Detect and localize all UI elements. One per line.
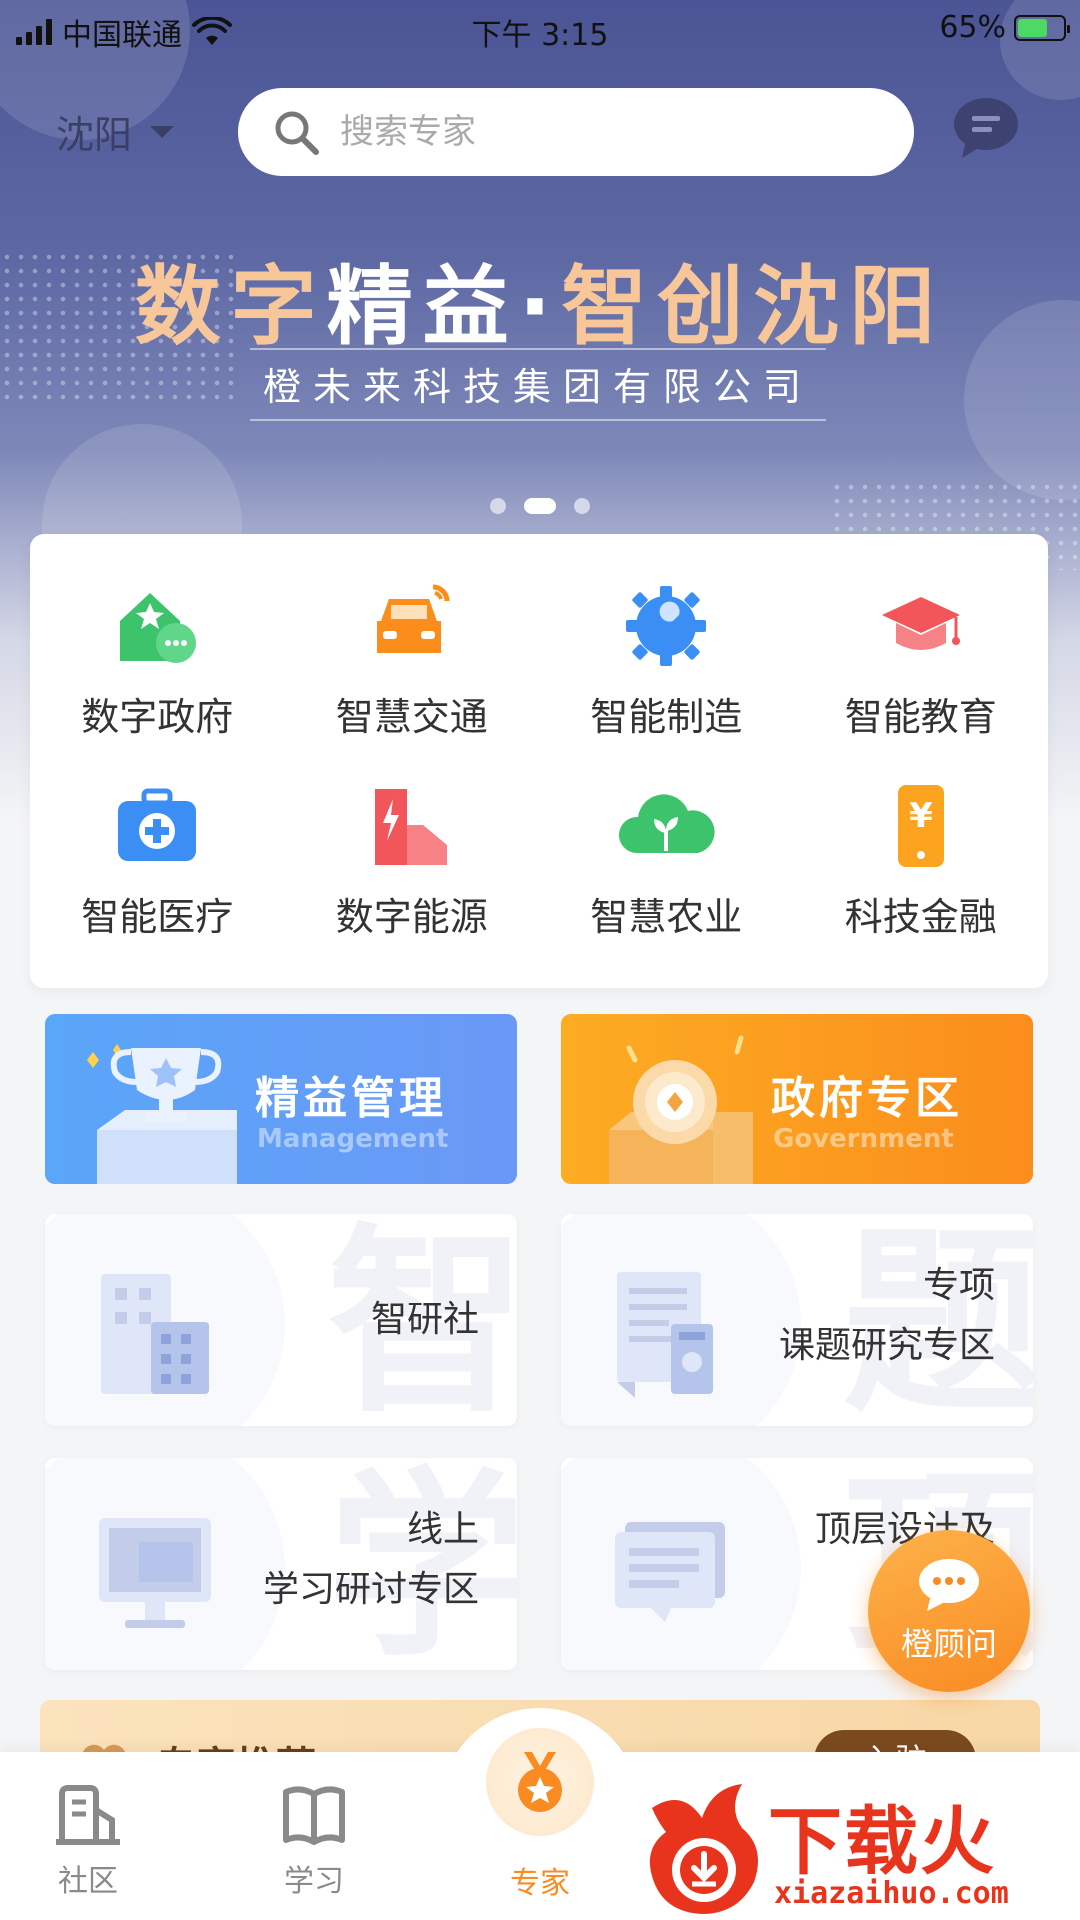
search-input[interactable] bbox=[340, 112, 860, 152]
category-label: 智能制造 bbox=[590, 695, 743, 739]
clock: 下午 3:15 bbox=[471, 18, 609, 53]
tab-expert-icon-wrap[interactable] bbox=[486, 1728, 594, 1836]
feature-subtitle: Government bbox=[773, 1124, 954, 1154]
carousel-indicator[interactable] bbox=[0, 498, 1080, 514]
category-label: 数字能源 bbox=[335, 895, 488, 939]
government-icon bbox=[120, 593, 197, 663]
category-digital-government[interactable]: 数字政府 bbox=[30, 562, 285, 762]
flame-logo-icon bbox=[649, 1784, 758, 1914]
category-smart-agriculture[interactable]: 智慧农业 bbox=[539, 762, 794, 962]
tab-label: 学习 bbox=[284, 1864, 344, 1899]
banner-company: 橙未来科技集团有限公司 bbox=[250, 348, 826, 421]
category-label: 智能医疗 bbox=[81, 895, 234, 939]
category-digital-energy[interactable]: 数字能源 bbox=[285, 762, 540, 962]
medal-icon bbox=[518, 1752, 562, 1812]
battery-icon bbox=[1014, 14, 1070, 41]
graduation-cap-icon bbox=[881, 597, 960, 650]
tab-expert[interactable]: 专家 bbox=[460, 1852, 620, 1902]
city-label: 沈阳 bbox=[56, 113, 133, 157]
chat-icon bbox=[919, 1559, 979, 1611]
tile-zhiyanshe[interactable]: 智 智研社 bbox=[45, 1214, 517, 1426]
advisor-label: 橙顾问 bbox=[900, 1625, 997, 1663]
energy-building-icon bbox=[374, 789, 447, 865]
svg-text:¥: ¥ bbox=[909, 796, 933, 836]
city-selector[interactable]: 沈阳 bbox=[56, 104, 175, 159]
category-label: 智能教育 bbox=[844, 695, 997, 739]
category-label: 智慧交通 bbox=[335, 695, 488, 739]
category-label: 数字政府 bbox=[81, 695, 234, 739]
carousel-dot[interactable] bbox=[490, 498, 506, 514]
message-button[interactable] bbox=[952, 96, 1020, 160]
medical-kit-icon bbox=[118, 788, 197, 861]
feature-title: 精益管理 bbox=[255, 1073, 447, 1124]
category-smart-education[interactable]: 智能教育 bbox=[794, 562, 1049, 762]
tile-online-learning[interactable]: 学 线上 学习研讨专区 bbox=[45, 1458, 517, 1670]
document-icon bbox=[617, 1272, 713, 1398]
banner-slogan: 数字精益·智创沈阳 bbox=[134, 257, 946, 357]
lean-management-banner[interactable]: 精益管理 Management bbox=[45, 1014, 517, 1184]
tile-special-research[interactable]: 题 专项 课题研究专区 bbox=[561, 1214, 1033, 1426]
book-icon bbox=[283, 1786, 345, 1845]
search-icon bbox=[275, 111, 319, 155]
chat-bubble-icon bbox=[954, 98, 1018, 158]
message-board-icon bbox=[615, 1522, 725, 1622]
site-watermark: 下载火 xiazaihuo.com bbox=[636, 1778, 1076, 1918]
office-building-icon bbox=[101, 1274, 209, 1394]
monitor-icon bbox=[99, 1518, 211, 1628]
battery-percent: 65% bbox=[939, 10, 1006, 45]
finance-phone-icon: ¥ bbox=[897, 785, 944, 867]
feature-subtitle: Management bbox=[257, 1124, 449, 1154]
category-smart-medical[interactable]: 智能医疗 bbox=[30, 762, 285, 962]
car-icon bbox=[376, 584, 450, 653]
watermark-text: 下载火 bbox=[768, 1799, 996, 1885]
search-bar[interactable] bbox=[238, 88, 914, 176]
category-label: 科技金融 bbox=[844, 895, 997, 939]
tile-label-line1: 专项 bbox=[922, 1265, 995, 1306]
trophy-icon bbox=[87, 1044, 237, 1184]
carousel-dot-active[interactable] bbox=[524, 498, 556, 514]
tile-label: 智研社 bbox=[370, 1299, 479, 1340]
category-smart-transport[interactable]: 智慧交通 bbox=[285, 562, 540, 762]
tab-label: 专家 bbox=[510, 1866, 570, 1901]
tile-label-line1: 线上 bbox=[406, 1509, 479, 1550]
watermark-url: xiazaihuo.com bbox=[774, 1876, 1009, 1911]
status-bar: 中国联通 下午 3:15 65% bbox=[0, 0, 1080, 56]
community-icon bbox=[56, 1785, 120, 1845]
category-card: 数字政府 智慧交通 智能制造 智能教育 智能医疗 数字能源 智慧农业 ¥ 科技金… bbox=[30, 534, 1048, 988]
tile-label-line2: 学习研讨专区 bbox=[262, 1569, 479, 1610]
tab-label: 社区 bbox=[58, 1864, 118, 1899]
chevron-down-icon bbox=[150, 125, 175, 138]
coin-box-icon bbox=[609, 1035, 753, 1184]
gear-wrench-icon bbox=[626, 586, 707, 666]
category-smart-manufacturing[interactable]: 智能制造 bbox=[539, 562, 794, 762]
tile-label-line2: 课题研究专区 bbox=[778, 1325, 995, 1366]
category-label: 智慧农业 bbox=[590, 895, 743, 939]
carousel-dot[interactable] bbox=[574, 498, 590, 514]
government-zone-banner[interactable]: 政府专区 Government bbox=[561, 1014, 1033, 1184]
tab-learning[interactable]: 学习 bbox=[234, 1784, 394, 1900]
sprout-cloud-icon bbox=[619, 794, 715, 853]
advisor-floating-button[interactable]: 橙顾问 bbox=[868, 1530, 1030, 1692]
category-tech-finance[interactable]: ¥ 科技金融 bbox=[794, 762, 1049, 962]
feature-title: 政府专区 bbox=[771, 1073, 963, 1124]
tab-community[interactable]: 社区 bbox=[8, 1784, 168, 1900]
